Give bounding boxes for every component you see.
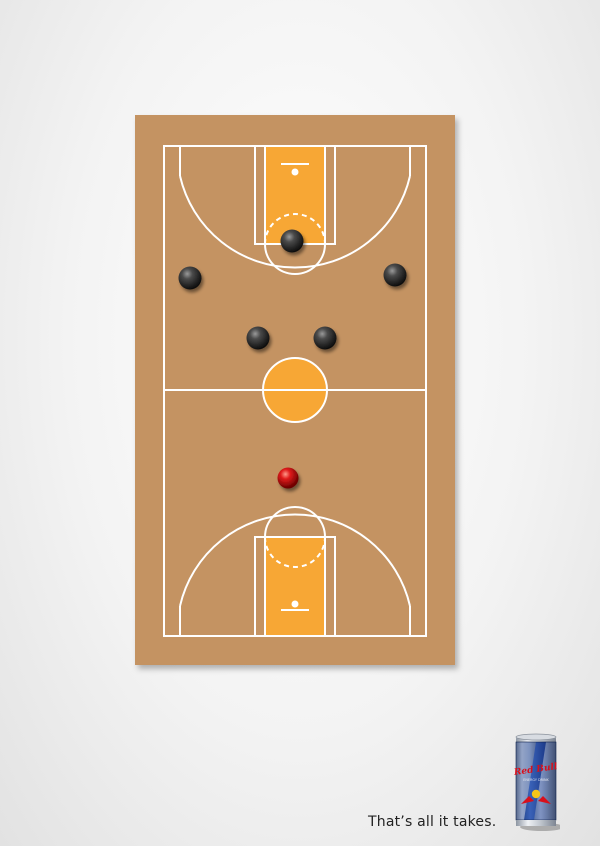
top-hoop xyxy=(291,168,299,176)
defender-piece xyxy=(383,263,407,287)
top-key-paint xyxy=(265,146,325,244)
defender-piece xyxy=(313,326,337,350)
attacker-piece xyxy=(277,467,299,489)
defender-piece xyxy=(178,266,202,290)
defender-piece xyxy=(280,229,304,253)
tagline: That’s all it takes. xyxy=(368,814,497,830)
can-sub-label: ENERGY DRINK xyxy=(523,778,549,782)
poster-canvas xyxy=(135,115,455,665)
bottom-key-paint xyxy=(265,537,325,636)
bottom-hoop xyxy=(291,600,299,608)
defender-piece xyxy=(246,326,270,350)
red-bull-can: Red Bull ENERGY DRINK xyxy=(512,733,560,831)
sun-icon xyxy=(531,789,541,799)
